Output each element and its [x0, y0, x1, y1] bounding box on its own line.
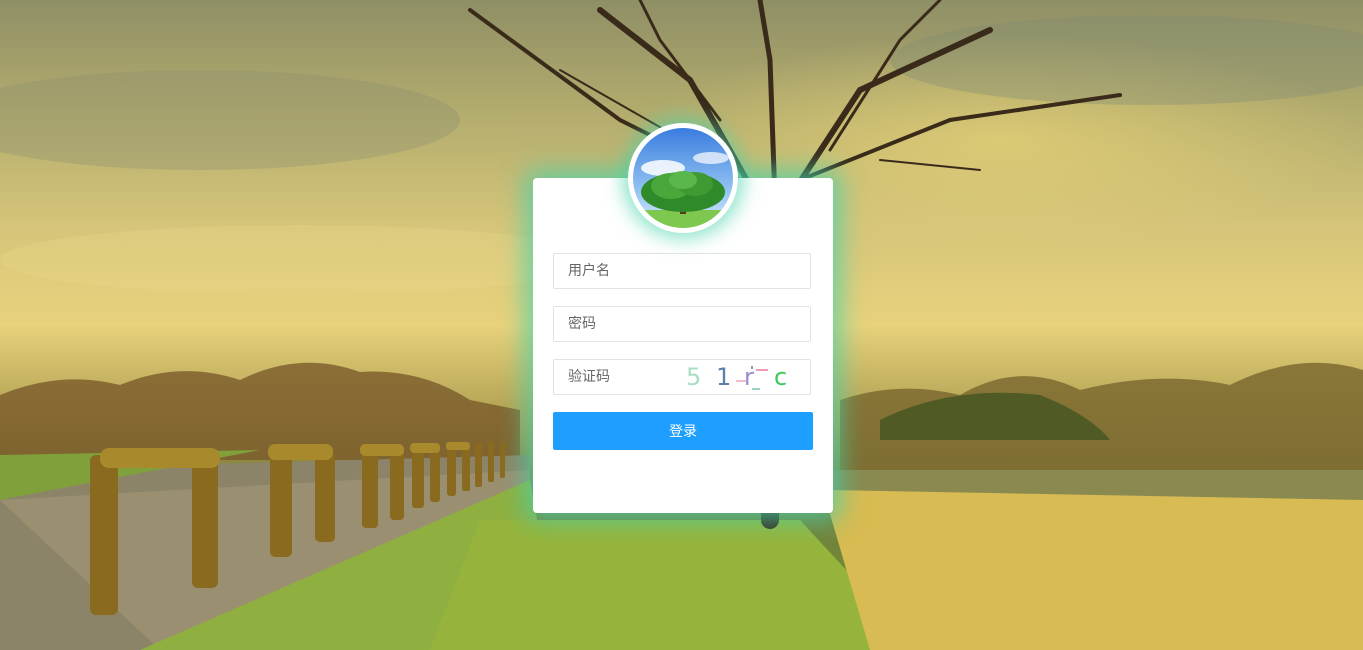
password-field-wrapper: [553, 306, 811, 342]
captcha-image[interactable]: 5 1 r c: [686, 361, 804, 393]
captcha-input[interactable]: [554, 360, 694, 394]
captcha-char: 5: [686, 363, 702, 391]
username-field-wrapper: [553, 253, 811, 289]
login-button[interactable]: 登录: [553, 412, 813, 450]
password-input[interactable]: [554, 307, 810, 341]
captcha-char: 1: [716, 363, 732, 391]
tree-avatar-icon: [633, 128, 733, 228]
username-input[interactable]: [554, 254, 810, 288]
captcha-char: c: [774, 363, 788, 391]
captcha-field-wrapper: 5 1 r c: [553, 359, 811, 395]
captcha-char: r: [744, 363, 754, 391]
avatar: [628, 123, 738, 233]
